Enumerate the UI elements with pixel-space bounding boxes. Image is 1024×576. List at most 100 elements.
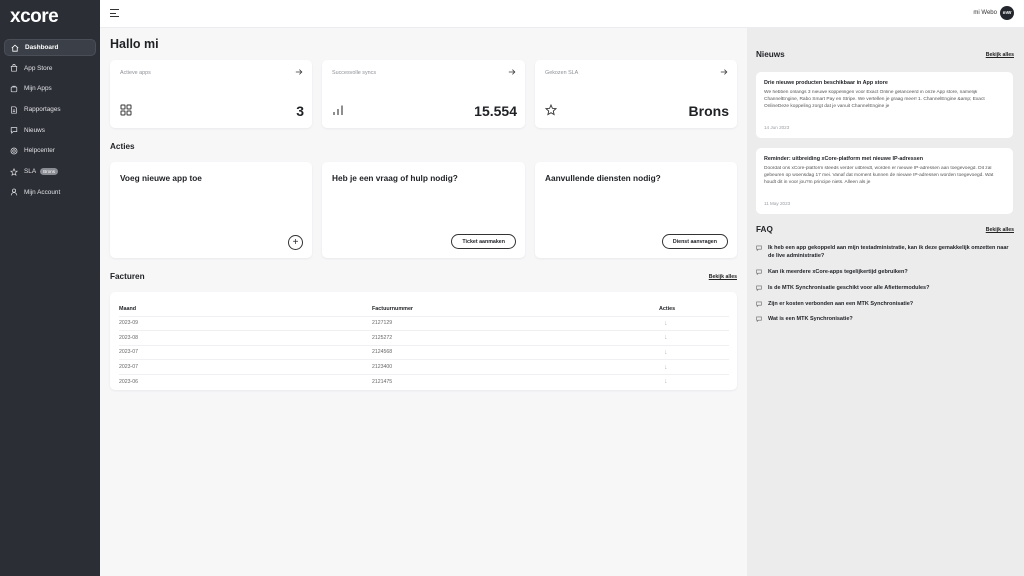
news-card[interactable]: Drie nieuwe producten beschikbaar in App…: [756, 72, 1013, 138]
sla-badge: Brons: [40, 168, 59, 176]
table-row: 2023-07 2123400 ↓: [119, 359, 729, 375]
action-title: Aanvullende diensten nodig?: [545, 173, 661, 183]
table-row: 2023-07 2124568 ↓: [119, 344, 729, 360]
top-bar: mi Webo mW: [100, 0, 1024, 28]
message-icon: [756, 301, 762, 307]
create-ticket-button[interactable]: Ticket aanmaken: [451, 234, 516, 249]
invoice-number: 2125272: [372, 330, 659, 346]
column-header-factuurnummer: Factuurnummer: [372, 305, 414, 312]
sidebar: xcore Dashboard App Store Mijn Apps Rapp…: [0, 0, 100, 576]
xcore-logo[interactable]: xcore: [10, 6, 59, 28]
add-app-button[interactable]: +: [288, 235, 303, 250]
invoice-month: 2023-09: [119, 315, 372, 331]
arrow-right-icon[interactable]: [295, 68, 303, 76]
sidebar-nav: Dashboard App Store Mijn Apps Rapportage…: [4, 39, 96, 205]
star-icon: [545, 104, 557, 116]
apps-icon: [10, 85, 18, 93]
faq-title: FAQ: [756, 225, 773, 234]
faq-item[interactable]: Zijn er kosten verbonden aan een MTK Syn…: [756, 300, 1011, 308]
stat-value: Brons: [688, 103, 729, 119]
message-icon: [756, 269, 762, 275]
request-service-button[interactable]: Dienst aanvragen: [661, 234, 728, 249]
action-card-add-app[interactable]: Voeg nieuwe app toe +: [110, 162, 312, 258]
news-item-date: 14 Jun 2023: [764, 125, 790, 130]
stat-value: 15.554: [474, 103, 517, 119]
invoices-title: Facturen: [110, 272, 145, 281]
invoice-number: 2121475: [372, 373, 659, 389]
action-card-services[interactable]: Aanvullende diensten nodig? Dienst aanvr…: [535, 162, 737, 258]
sidebar-item-label: Dashboard: [25, 44, 59, 51]
sidebar-item-helpcenter[interactable]: Helpcenter: [4, 142, 96, 159]
faq-item[interactable]: Kan ik meerdere xCore-apps tegelijkertij…: [756, 268, 1011, 276]
sidebar-item-app-store[interactable]: App Store: [4, 60, 96, 77]
invoices-table: Maand Factuurnummer Acties 2023-09 21271…: [119, 302, 729, 389]
sidebar-item-sla[interactable]: SLA Brons: [4, 163, 96, 180]
store-icon: [10, 64, 18, 72]
message-icon: [756, 285, 762, 291]
invoice-month: 2023-07: [119, 344, 372, 360]
download-icon[interactable]: ↓: [664, 378, 668, 385]
invoices-table-card: Maand Factuurnummer Acties 2023-09 21271…: [110, 292, 737, 390]
page-title: Hallo mi: [110, 37, 159, 51]
plus-icon: +: [292, 236, 299, 248]
arrow-right-icon[interactable]: [720, 68, 728, 76]
news-icon: [10, 126, 18, 135]
bar-chart-icon: [333, 105, 343, 115]
sidebar-item-mijn-apps[interactable]: Mijn Apps: [4, 80, 96, 97]
message-icon: [756, 245, 762, 251]
news-title: Nieuws: [756, 50, 785, 59]
faq-item[interactable]: Is de MTK Synchronisatie geschikt voor a…: [756, 284, 1011, 292]
stat-card-sla[interactable]: Gekozen SLA Brons: [535, 60, 737, 128]
message-icon: [756, 316, 762, 323]
invoices-view-all-link[interactable]: Bekijk alles: [709, 274, 737, 280]
stat-label: Actieve apps: [120, 70, 151, 76]
sidebar-item-label: Rapportages: [24, 106, 61, 114]
user-menu[interactable]: mi Webo mW: [973, 6, 1014, 20]
stat-label: Gekozen SLA: [545, 70, 579, 76]
news-item-title: Reminder: uitbreiding xCore-platform met…: [764, 156, 924, 162]
download-icon[interactable]: ↓: [664, 364, 668, 371]
faq-question: Kan ik meerdere xCore-apps tegelijkertij…: [768, 269, 908, 275]
invoice-number: 2127129: [372, 315, 659, 331]
faq-item[interactable]: Wat is een MTK Synchronisatie?: [756, 315, 1011, 323]
sidebar-item-mijn-account[interactable]: Mijn Account: [4, 184, 96, 201]
sidebar-item-label: Mijn Apps: [24, 85, 52, 93]
main-content: Hallo mi Actieve apps 3 Succesvolle sync…: [100, 28, 747, 576]
news-card[interactable]: Reminder: uitbreiding xCore-platform met…: [756, 148, 1013, 214]
invoice-number: 2123400: [372, 359, 659, 375]
help-icon: [10, 147, 18, 155]
hamburger-menu-icon[interactable]: [110, 9, 119, 17]
faq-view-all-link[interactable]: Bekijk alles: [986, 227, 1014, 233]
grid-icon: [120, 104, 132, 116]
table-row: 2023-08 2125272 ↓: [119, 330, 729, 346]
download-icon[interactable]: ↓: [664, 349, 668, 356]
faq-list: Ik heb een app gekoppeld aan mijn testad…: [756, 244, 1011, 331]
action-card-help[interactable]: Heb je een vraag of hulp nodig? Ticket a…: [322, 162, 525, 258]
avatar[interactable]: mW: [1000, 6, 1014, 20]
column-header-maand: Maand: [119, 305, 137, 312]
arrow-right-icon[interactable]: [508, 68, 516, 76]
news-item-date: 11 May 2023: [764, 201, 791, 206]
faq-item[interactable]: Ik heb een app gekoppeld aan mijn testad…: [756, 244, 1011, 261]
download-icon[interactable]: ↓: [664, 334, 668, 341]
sidebar-item-label: SLA: [24, 168, 37, 176]
sidebar-item-rapportages[interactable]: Rapportages: [4, 101, 96, 118]
sidebar-item-label: Helpcenter: [24, 147, 55, 155]
news-view-all-link[interactable]: Bekijk alles: [986, 52, 1014, 58]
sidebar-item-label: App Store: [24, 64, 53, 72]
stat-card-syncs[interactable]: Succesvolle syncs 15.554: [322, 60, 525, 128]
invoice-month: 2023-07: [119, 359, 372, 375]
download-icon[interactable]: ↓: [664, 320, 668, 327]
report-icon: [10, 106, 18, 114]
news-item-title: Drie nieuwe producten beschikbaar in App…: [764, 80, 888, 86]
sidebar-item-dashboard[interactable]: Dashboard: [4, 39, 96, 56]
action-title: Heb je een vraag of hulp nodig?: [332, 173, 458, 183]
faq-question: Is de MTK Synchronisatie geschikt voor a…: [768, 284, 930, 291]
user-icon: [10, 188, 18, 196]
stat-card-active-apps[interactable]: Actieve apps 3: [110, 60, 312, 128]
sidebar-item-nieuws[interactable]: Nieuws: [4, 122, 96, 139]
actions-title: Acties: [110, 142, 135, 151]
user-name: mi Webo: [973, 10, 997, 16]
sidebar-item-label: Nieuws: [24, 126, 45, 134]
faq-question: Wat is een MTK Synchronisatie?: [768, 316, 853, 323]
